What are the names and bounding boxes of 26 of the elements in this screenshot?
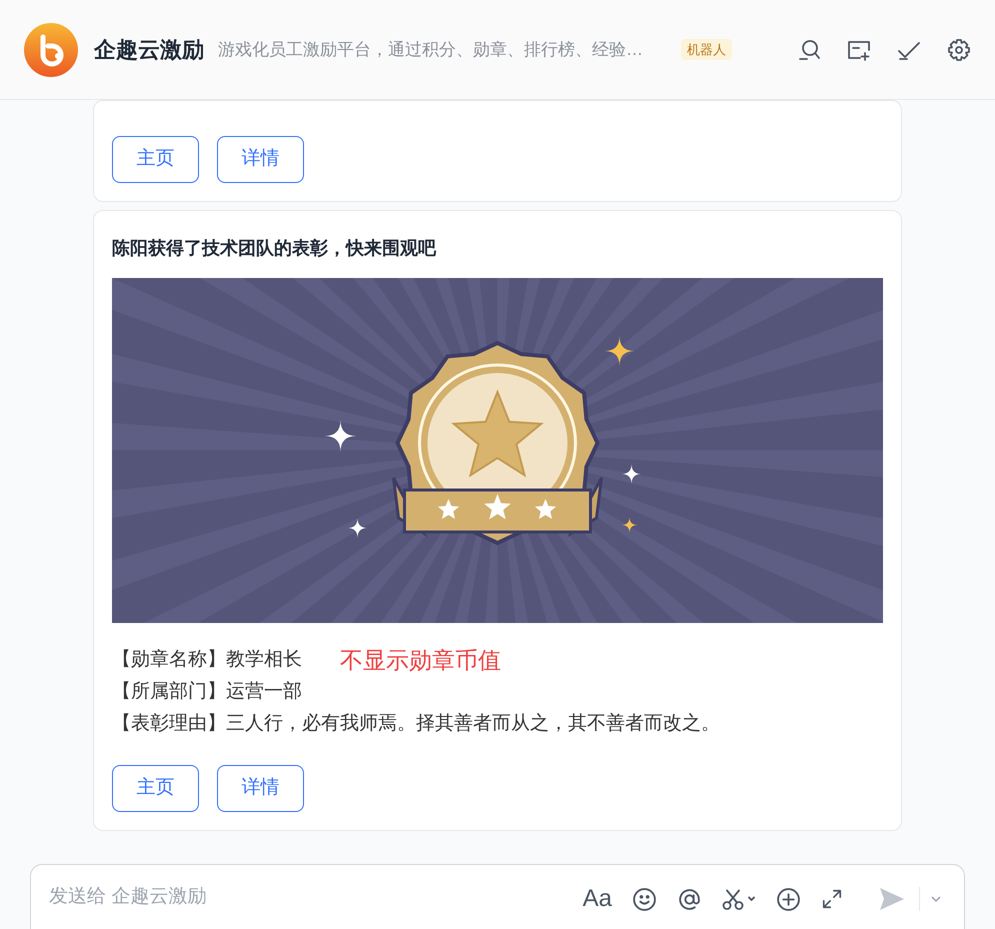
settings-icon[interactable]: [947, 38, 971, 62]
mention-icon[interactable]: [677, 886, 702, 912]
card-title: 陈阳获得了技术团队的表彰，快来围观吧: [112, 237, 438, 260]
app-logo-icon: [24, 22, 78, 76]
add-icon[interactable]: [776, 886, 801, 912]
app-name: 企趣云激励: [94, 36, 204, 64]
search-icon[interactable]: [797, 38, 821, 62]
message-input-field[interactable]: 发送给 企趣云激励 Aa: [30, 864, 965, 929]
field-value: 三人行，必有我师焉。择其善者而从之，其不善者而改之。: [226, 712, 720, 736]
scissors-icon[interactable]: [722, 886, 756, 912]
text-format-button[interactable]: Aa: [582, 887, 612, 911]
app-description: 游戏化员工激励平台，通过积分、勋章、排行榜、经验…: [218, 38, 643, 61]
card-link-button[interactable]: 详情: [217, 765, 304, 812]
field-value: 教学相长: [226, 648, 302, 672]
expand-icon[interactable]: [821, 888, 843, 910]
field-label: 【勋章名称】: [112, 648, 226, 672]
add-window-icon[interactable]: [847, 38, 871, 60]
card-link-button[interactable]: 主页: [112, 765, 199, 812]
robot-tag: 机器人: [681, 38, 732, 60]
annotation-note: 不显示勋章币值: [340, 647, 501, 673]
card-link-button[interactable]: 主页: [112, 136, 199, 183]
emoji-icon[interactable]: [632, 886, 657, 912]
card-link-button[interactable]: 详情: [217, 136, 304, 183]
field-label: 【所属部门】: [112, 680, 226, 704]
field-label: 【表彰理由】: [112, 712, 226, 736]
field-value: 运营一部: [226, 680, 302, 704]
